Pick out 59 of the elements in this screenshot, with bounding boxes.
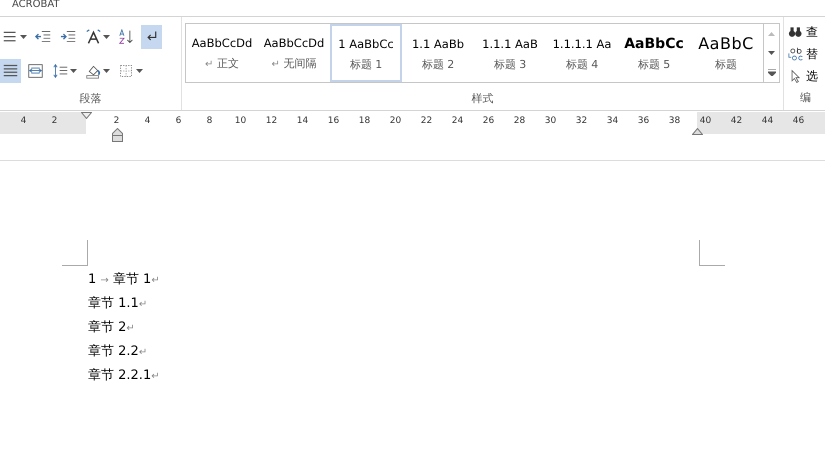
- line-spacing-icon: [52, 62, 69, 78]
- ruler-number: 14: [296, 115, 310, 127]
- ruler-number: 44: [760, 115, 774, 127]
- replace-button[interactable]: 替: [784, 43, 825, 65]
- caret-icon: [136, 68, 143, 72]
- increase-indent-icon: [60, 29, 77, 45]
- style-gallery-item[interactable]: 1 AaBbCc 标题 1: [330, 24, 402, 82]
- paragraph-mark-button[interactable]: [141, 25, 162, 49]
- caret-icon: [20, 35, 27, 39]
- ruler-number: 22: [420, 115, 434, 127]
- ruler-number: 46: [792, 115, 806, 127]
- ruler-number: 40: [698, 115, 712, 127]
- ruler-number: 12: [264, 115, 278, 127]
- document-line: 章节 2↵: [88, 319, 135, 337]
- ruler-number: 8: [206, 115, 214, 127]
- ruler-number: 32: [574, 115, 588, 127]
- ruler-number: 30: [544, 115, 558, 127]
- group-label: 段落: [80, 92, 102, 106]
- ruler-number: 42: [730, 115, 744, 127]
- caret-icon: [70, 68, 77, 72]
- ruler-number: 36: [636, 115, 650, 127]
- distributed-icon: [27, 62, 44, 78]
- margin-corner-mark: [62, 240, 88, 266]
- expand-icon: [768, 68, 776, 76]
- ruler-number: 4: [20, 115, 28, 127]
- document-line: 1 → 章节 1↵: [88, 271, 160, 289]
- ruler-number: 24: [450, 115, 464, 127]
- caret-icon: [768, 50, 775, 55]
- ruler-number: 2: [112, 115, 120, 127]
- ruler-number: 2: [50, 115, 58, 127]
- caret-up-icon: [768, 32, 775, 36]
- sort-icon: [118, 29, 135, 45]
- letter-a-icon: [85, 29, 102, 45]
- align-button[interactable]: [0, 58, 21, 82]
- ruler-number: 4: [144, 115, 152, 127]
- caret-icon: [103, 68, 110, 72]
- document-line: 章节 2.2↵: [88, 343, 148, 361]
- align-icon: [2, 62, 19, 78]
- ruler-number: 10: [234, 115, 248, 127]
- group-label: 样式: [472, 92, 494, 106]
- ruler-number: 26: [482, 115, 496, 127]
- group-label: 编: [799, 90, 812, 105]
- ruler-number: 28: [512, 115, 526, 127]
- ruler-number: 38: [668, 115, 682, 127]
- binoculars-icon: [788, 24, 804, 40]
- caret-icon: [103, 35, 110, 39]
- ruler-number: 6: [174, 115, 182, 127]
- border-grid-icon: [118, 62, 135, 78]
- replace-icon: [788, 46, 804, 62]
- ruler-number: 34: [606, 115, 620, 127]
- document-line: 章节 1.1↵: [88, 295, 148, 313]
- document-line: 章节 2.2.1↵: [88, 367, 160, 385]
- ruler-number: 16: [326, 115, 340, 127]
- margin-corner-mark: [699, 240, 725, 266]
- find-button[interactable]: 查: [784, 21, 825, 43]
- select-button[interactable]: 选: [784, 65, 825, 87]
- ruler-number: 18: [358, 115, 372, 127]
- decrease-indent-icon: [35, 29, 52, 45]
- ruler-number: 20: [388, 115, 402, 127]
